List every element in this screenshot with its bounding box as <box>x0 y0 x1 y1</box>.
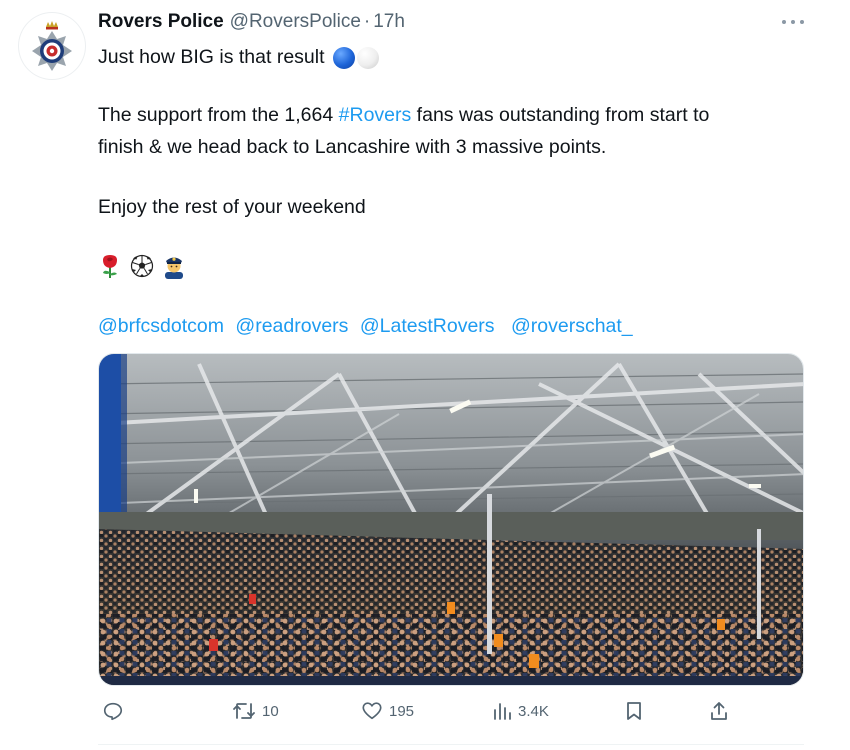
divider <box>98 744 804 745</box>
mention-link[interactable]: @roverschat_ <box>511 315 633 337</box>
tweet-actions: 10 195 3.4K <box>98 697 738 725</box>
retweet-button[interactable]: 10 <box>232 697 279 725</box>
reply-icon <box>103 702 123 721</box>
retweet-icon <box>233 703 255 719</box>
like-button[interactable]: 195 <box>361 697 414 725</box>
more-options-icon[interactable] <box>780 14 806 30</box>
separator: · <box>363 11 371 32</box>
mention-link[interactable]: @readrovers <box>235 315 348 337</box>
tweet-header: Rovers Police @RoversPolice · 17h <box>98 11 405 39</box>
police-badge-icon <box>32 21 72 71</box>
reply-button[interactable] <box>102 697 124 725</box>
bookmark-icon <box>627 702 641 720</box>
heart-icon <box>362 702 382 720</box>
hashtag-link[interactable]: #Rovers <box>339 104 412 126</box>
tweet-text-line-2: The support from the 1,664 #Rovers fans … <box>98 101 818 130</box>
views-count: 3.4K <box>518 702 549 720</box>
like-count: 195 <box>389 702 415 720</box>
tweet-text-line-1: Just how BIG is that result <box>98 43 818 72</box>
views-chart-icon <box>494 703 511 720</box>
police-officer-icon <box>162 253 186 279</box>
tweet-text-intro: Just how BIG is that result <box>98 46 325 68</box>
stadium-crowd-photo <box>99 354 803 685</box>
views-button[interactable]: 3.4K <box>492 697 549 725</box>
tweet-image[interactable] <box>98 353 804 686</box>
blue-circle-icon <box>332 46 355 69</box>
timestamp[interactable]: 17h <box>373 11 405 33</box>
share-button[interactable] <box>708 697 730 725</box>
rose-icon <box>98 253 122 279</box>
mention-link[interactable]: @brfcsdotcom <box>98 315 224 337</box>
tweet-text-fans: fans was outstanding from start to <box>411 104 710 126</box>
tweet-text-line-4: Enjoy the rest of your weekend <box>98 196 366 218</box>
soccer-ball-icon <box>130 253 154 279</box>
white-circle-icon <box>356 46 379 69</box>
bookmark-button[interactable] <box>624 697 644 725</box>
share-icon <box>711 702 727 720</box>
handle[interactable]: @RoversPolice <box>230 11 361 33</box>
display-name[interactable]: Rovers Police <box>98 11 224 33</box>
emoji-row <box>98 251 186 281</box>
tweet-text-line-3: finish & we head back to Lancashire with… <box>98 136 607 158</box>
mentions: @brfcsdotcom @readrovers @LatestRovers @… <box>98 312 639 341</box>
retweet-count: 10 <box>262 702 279 720</box>
tweet-text-support: The support from the 1,664 <box>98 104 339 126</box>
mention-link[interactable]: @LatestRovers <box>360 315 495 337</box>
avatar[interactable] <box>19 13 85 79</box>
tweet: Rovers Police @RoversPolice · 17h Just h… <box>0 0 850 750</box>
